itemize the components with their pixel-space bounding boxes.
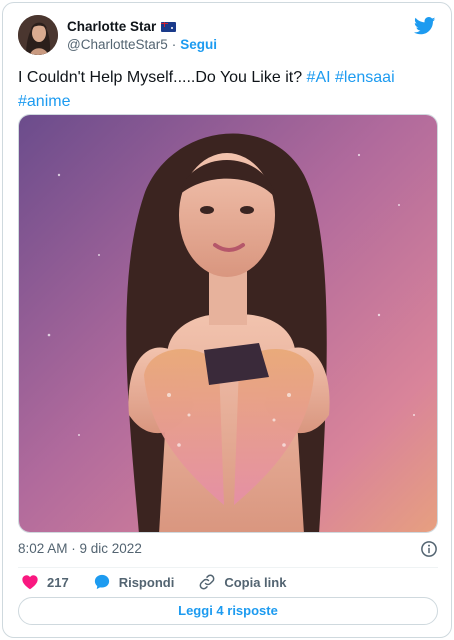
tweet-body-text: I Couldn't Help Myself.....Do You Like i… [18,69,307,86]
tweet-text: I Couldn't Help Myself.....Do You Like i… [18,66,438,114]
read-replies-button[interactable]: Leggi 4 risposte [18,597,438,625]
name-row: Charlotte Star [67,19,177,34]
hashtag-ai[interactable]: #AI [307,69,331,86]
avatar[interactable] [18,15,58,55]
tweet-header: Charlotte Star @CharlotteStar5 · Segui [18,15,436,59]
reply-label: Rispondi [118,574,175,590]
hashtag-lensaai[interactable]: #lensaai [335,69,395,86]
timestamp-row: 8:02 AM · 9 dic 2022 [18,539,438,559]
author-display-name[interactable]: Charlotte Star [67,19,156,34]
like-button[interactable]: 217 [21,573,69,591]
tweet-media-image[interactable] [18,114,438,533]
action-bar: 217 Rispondi Copia link [18,571,438,593]
reply-button[interactable]: Rispondi [93,573,175,591]
twitter-bird-icon[interactable] [414,17,436,35]
tweet-card: Charlotte Star @CharlotteStar5 · Segui I… [2,2,452,638]
heart-icon [22,575,38,590]
australia-flag-icon [161,21,177,32]
follow-button[interactable]: Segui [180,37,217,52]
hashtag-anime[interactable]: #anime [18,93,70,110]
info-icon[interactable] [420,540,438,558]
avatar-portrait [18,15,58,55]
reply-bubble-icon [94,574,109,590]
media-illustration [19,115,437,532]
handle-separator: · [171,37,177,52]
like-count: 217 [47,574,69,590]
copy-link-label: Copia link [224,574,287,590]
handle-row: @CharlotteStar5 · Segui [67,37,217,52]
author-handle[interactable]: @CharlotteStar5 [67,37,168,52]
tweet-timestamp[interactable]: 8:02 AM · 9 dic 2022 [18,541,142,556]
link-icon [199,574,215,590]
copy-link-button[interactable]: Copia link [198,573,286,591]
divider [18,567,438,568]
